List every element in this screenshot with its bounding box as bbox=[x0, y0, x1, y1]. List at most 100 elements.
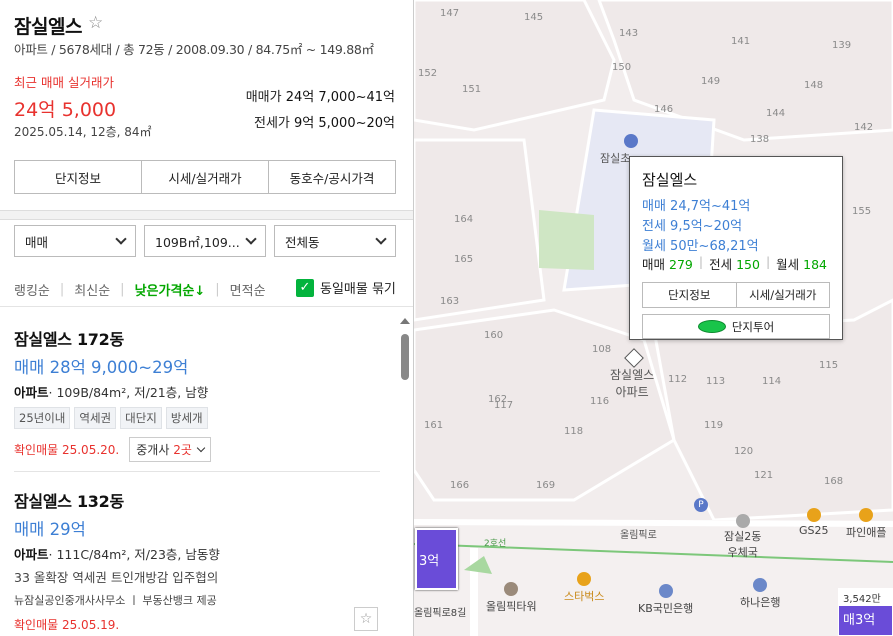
listing-item[interactable]: 잠실엘스 172동 매매 28억 9,000~29억 아파트· 109B/84m… bbox=[14, 326, 384, 462]
poi-starbucks[interactable]: 스타벅스 bbox=[564, 572, 604, 604]
listing-name: 잠실엘스 172동 bbox=[14, 330, 124, 349]
building-number: 145 bbox=[524, 12, 544, 23]
store-icon bbox=[806, 508, 821, 522]
sale-range-value: 24억 7,000~41억 bbox=[285, 90, 395, 105]
price-pin[interactable]: 3,542만 매3억 bbox=[838, 588, 893, 636]
listing-tags: 25년이내 역세권 대단지 방세개 bbox=[14, 407, 384, 429]
sale-count-label: 매매 bbox=[642, 257, 666, 272]
popup-price-button[interactable]: 시세/실거래가 bbox=[737, 283, 830, 307]
tab-price-trade[interactable]: 시세/실거래가 bbox=[142, 161, 269, 193]
popup-tour-button[interactable]: 단지투어 bbox=[642, 314, 830, 339]
favorite-star-icon[interactable]: ☆ bbox=[88, 13, 103, 33]
jeonse-range-label: 전세가 bbox=[253, 116, 290, 131]
complex-subtitle: 아파트 / 5678세대 / 총 72동 / 2008.09.30 / 84.7… bbox=[14, 42, 374, 57]
broker-dropdown[interactable]: 중개사 2곳 bbox=[129, 437, 211, 462]
tab-complex-info[interactable]: 단지정보 bbox=[15, 161, 142, 193]
listing-source: 뉴잠실공인중개사사무소 ㅣ 부동산뱅크 제공 bbox=[14, 594, 217, 607]
listing-item[interactable]: 잠실엘스 132동 매매 29억 아파트· 111C/84m², 저/23층, … bbox=[14, 488, 384, 633]
bank-icon bbox=[753, 578, 768, 592]
poi-hana-label: 하나은행 bbox=[740, 596, 781, 609]
poi-hana-bank[interactable]: 하나은행 bbox=[740, 578, 780, 610]
building-number: 119 bbox=[704, 420, 724, 431]
building-number: 160 bbox=[484, 330, 504, 341]
listing-spec-detail: · 111C/84m², 저/23층, 남동향 bbox=[48, 547, 220, 562]
building-number: 161 bbox=[424, 420, 444, 431]
area-select[interactable]: 109B㎡,109... bbox=[144, 225, 266, 257]
school-icon bbox=[624, 134, 638, 148]
chevron-down-icon bbox=[196, 443, 206, 452]
listing-name: 잠실엘스 132동 bbox=[14, 492, 124, 511]
listing-spec: 아파트· 111C/84m², 저/23층, 남동향 bbox=[14, 544, 384, 563]
popup-tour-label: 단지투어 bbox=[731, 319, 775, 334]
building-number: 112 bbox=[668, 374, 688, 385]
cafe-icon bbox=[859, 508, 874, 522]
popup-sale-range: 매매 24,7억~41억 bbox=[642, 199, 751, 214]
sort-low-price[interactable]: 낮은가격순↓ bbox=[135, 280, 206, 299]
popup-complex-info-button[interactable]: 단지정보 bbox=[643, 283, 737, 307]
building-number: 165 bbox=[454, 254, 474, 265]
poi-olympic-tower[interactable]: 올림픽타워 bbox=[486, 582, 537, 614]
listing-type: 아파트 bbox=[14, 385, 49, 400]
building-number: 138 bbox=[750, 134, 770, 145]
listing-type: 아파트 bbox=[14, 547, 49, 562]
building-value: 전체동 bbox=[285, 234, 320, 250]
building-icon bbox=[504, 582, 519, 596]
broker-label: 중개사 bbox=[136, 443, 170, 457]
trade-type-select[interactable]: 매매 bbox=[14, 225, 136, 257]
popup-buttons: 단지정보 시세/실거래가 bbox=[642, 282, 830, 308]
building-number: 166 bbox=[450, 480, 470, 491]
price-cluster-marker[interactable]: 3억 bbox=[415, 528, 458, 590]
marker-label: 잠실엘스 아파트 bbox=[610, 366, 654, 400]
popup-jeonse-range: 전세 9,5억~20억 bbox=[642, 219, 743, 234]
scroll-up-icon[interactable] bbox=[400, 318, 410, 324]
poi-starbucks-label: 스타벅스 bbox=[564, 590, 605, 603]
building-number: 151 bbox=[462, 84, 482, 95]
building-number: 148 bbox=[804, 80, 824, 91]
building-number: 146 bbox=[654, 104, 674, 115]
post-icon bbox=[735, 514, 750, 528]
vr-icon bbox=[697, 320, 726, 333]
sort-area[interactable]: 면적순 bbox=[230, 280, 266, 299]
building-number: 150 bbox=[612, 62, 632, 73]
section-divider bbox=[0, 210, 413, 220]
building-number: 163 bbox=[440, 296, 460, 307]
building-number: 144 bbox=[766, 108, 786, 119]
chevron-down-icon bbox=[245, 233, 257, 245]
favorite-star-icon[interactable]: ☆ bbox=[354, 607, 378, 631]
building-number: 168 bbox=[824, 476, 844, 487]
group-same-listings[interactable]: ✓ 동일매물 묶기 bbox=[296, 278, 396, 297]
building-number: 116 bbox=[590, 396, 610, 407]
poi-gs25[interactable]: GS25 bbox=[799, 508, 829, 537]
building-select[interactable]: 전체동 bbox=[274, 225, 396, 257]
scrollbar-thumb[interactable] bbox=[401, 334, 409, 380]
monthly-count: 184 bbox=[803, 257, 828, 272]
poi-gs25-label: GS25 bbox=[799, 524, 829, 537]
filter-bar: 매매 109B㎡,109... 전체동 bbox=[14, 225, 396, 257]
listing-price: 매매 28억 9,000~29억 bbox=[14, 358, 189, 377]
popup-title: 잠실엘스 bbox=[642, 171, 698, 189]
tag: 방세개 bbox=[165, 407, 208, 429]
poi-bakery[interactable]: 파인애플 bbox=[846, 508, 886, 540]
building-number: 121 bbox=[754, 470, 774, 481]
building-number: 120 bbox=[734, 446, 754, 457]
recent-trade-label: 최근 매매 실거래가 bbox=[14, 75, 114, 90]
jeonse-count-label: 전세 bbox=[709, 257, 733, 272]
confirm-date: 확인매물 25.05.19. bbox=[14, 618, 120, 632]
poi-post-office[interactable]: 잠실2동 우체국 bbox=[724, 514, 761, 560]
building-number: 152 bbox=[418, 68, 438, 79]
chevron-down-icon bbox=[115, 233, 127, 245]
sort-ranking[interactable]: 랭킹순 bbox=[14, 280, 50, 299]
trade-type-value: 매매 bbox=[25, 234, 49, 250]
checkbox-checked-icon[interactable]: ✓ bbox=[296, 278, 314, 297]
marker-label-line2: 아파트 bbox=[615, 385, 649, 399]
tab-unit-public-price[interactable]: 동호수/공시가격 bbox=[269, 161, 395, 193]
building-number: 142 bbox=[854, 122, 874, 133]
popup-monthly-range: 월세 50만~68,21억 bbox=[642, 239, 759, 254]
poi-kb-bank[interactable]: KB국민은행 bbox=[638, 584, 693, 616]
sort-separator: | bbox=[120, 282, 125, 297]
sort-latest[interactable]: 최신순 bbox=[74, 280, 110, 299]
building-number: 149 bbox=[701, 76, 721, 87]
road-name: 올림픽로 bbox=[620, 530, 657, 541]
jeonse-range-value: 9억 5,000~20억 bbox=[294, 116, 395, 131]
building-number: 118 bbox=[564, 426, 584, 437]
